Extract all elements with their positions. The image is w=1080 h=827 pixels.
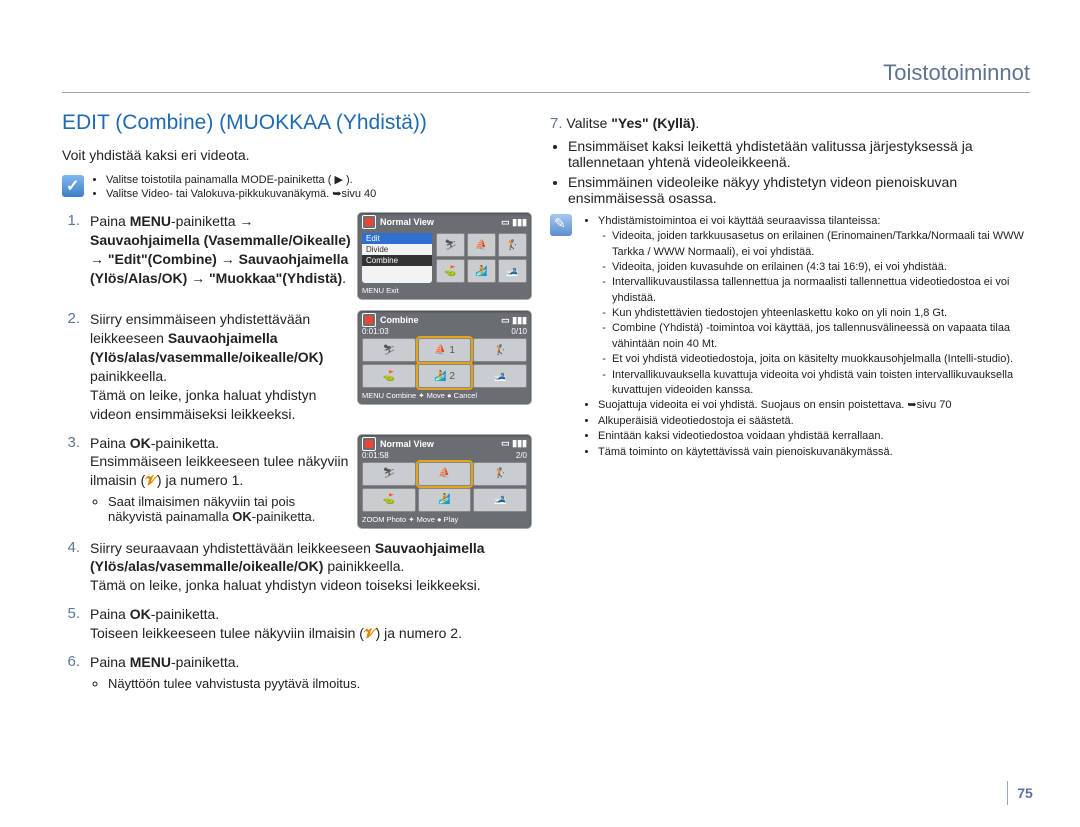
- step-3: Normal View▭ ▮▮▮ 0:01:582/0 ⛷⛵🏌⛳🏄🎿 ZOOM …: [62, 434, 532, 529]
- note-restrictions: Videoita, joiden tarkkuusasetus on erila…: [598, 229, 1030, 398]
- screen-combine: Combine▭ ▮▮▮ 0:01:030/10 ⛷⛵ 1🏌⛳🏄 2🎿 MENU…: [357, 310, 532, 405]
- precheck-item: Valitse Video- tai Valokuva-pikkukuvanäk…: [106, 187, 376, 202]
- page-heading: EDIT (Combine) (MUOKKAA (Yhdistä)): [62, 111, 532, 135]
- note-extra: Alkuperäisiä videotiedostoja ei säästetä…: [598, 414, 1030, 429]
- step-6: Paina MENU-painiketta. Näyttöön tulee va…: [62, 653, 532, 695]
- step-1: Normal View▭ ▮▮▮ Edit Divide Combine ⛷⛵🏌…: [62, 212, 532, 300]
- screen-normal-view-1: Normal View▭ ▮▮▮ Edit Divide Combine ⛷⛵🏌…: [357, 212, 532, 300]
- screen-normal-view-2: Normal View▭ ▮▮▮ 0:01:582/0 ⛷⛵🏌⛳🏄🎿 ZOOM …: [357, 434, 532, 529]
- precheck-list: Valitse toistotila painamalla MODE-paini…: [92, 173, 376, 203]
- step-7: 7. Valitse "Yes" (Kyllä).: [550, 115, 1030, 134]
- section-title: Toistotoiminnot: [62, 60, 1030, 86]
- step-text: Siirry seuraavaan yhdistettävään leikkee…: [90, 539, 532, 596]
- note-extra: Tämä toiminto on käytettävissä vain pien…: [598, 445, 1030, 460]
- step-text: Paina MENU-painiketta.: [90, 653, 532, 672]
- note-extra: Enintään kaksi videotiedostoa voidaan yh…: [598, 429, 1030, 444]
- precheck-box: Valitse toistotila painamalla MODE-paini…: [62, 173, 532, 203]
- step-4: Siirry seuraavaan yhdistettävään leikkee…: [62, 539, 532, 596]
- step-7-bullets: Ensimmäiset kaksi leikettä yhdistetään v…: [550, 138, 1030, 206]
- step-5: Paina OK-painiketta.Toiseen leikkeeseen …: [62, 605, 532, 643]
- rule: [62, 92, 1030, 93]
- note-lead: Yhdistämistoimintoa ei voi käyttää seura…: [598, 214, 1030, 399]
- checkmark-icon: [62, 175, 84, 197]
- step-6-note: Näyttöön tulee vahvistusta pyytävä ilmoi…: [90, 676, 532, 691]
- steps-list: Normal View▭ ▮▮▮ Edit Divide Combine ⛷⛵🏌…: [62, 212, 532, 695]
- intro-text: Voit yhdistää kaksi eri videota.: [62, 147, 532, 165]
- page-number: 75: [1007, 781, 1042, 805]
- step-text: Paina OK-painiketta.Toiseen leikkeeseen …: [90, 605, 532, 643]
- note-extra: Suojattuja videoita ei voi yhdistä. Suoj…: [598, 398, 1030, 413]
- note-icon: [550, 214, 572, 236]
- step-2: Combine▭ ▮▮▮ 0:01:030/10 ⛷⛵ 1🏌⛳🏄 2🎿 MENU…: [62, 310, 532, 423]
- precheck-item: Valitse toistotila painamalla MODE-paini…: [106, 173, 376, 188]
- note-box: Yhdistämistoimintoa ei voi käyttää seura…: [550, 214, 1030, 460]
